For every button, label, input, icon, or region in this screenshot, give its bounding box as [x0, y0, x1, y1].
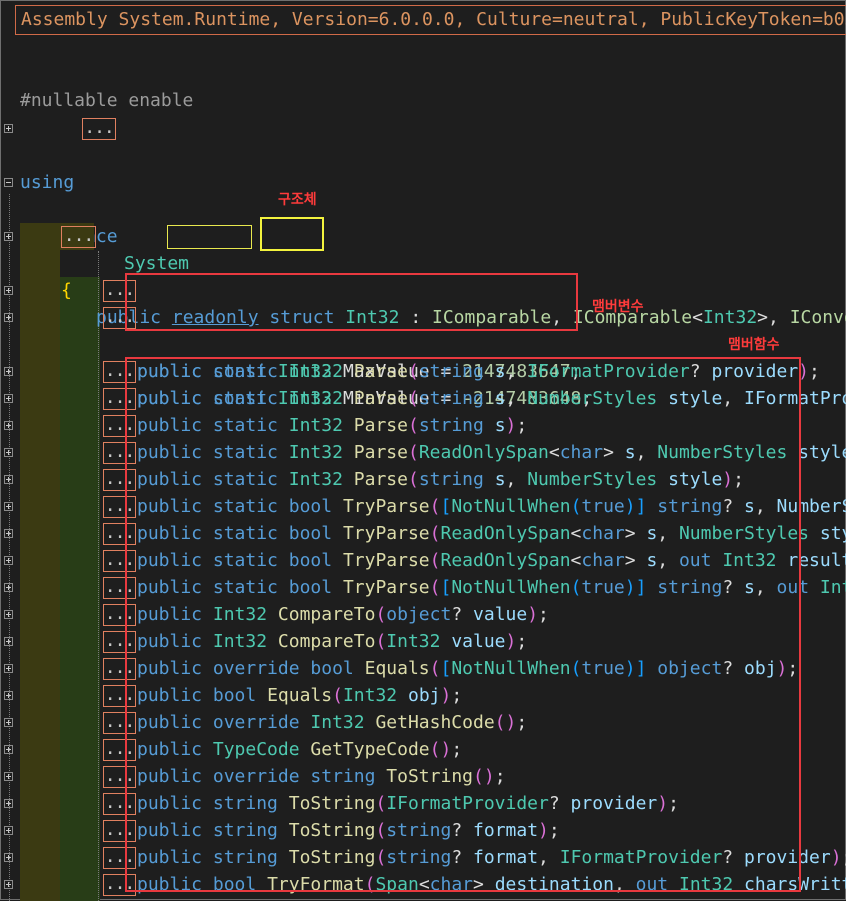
expand-icon[interactable] [4, 610, 13, 619]
expand-icon[interactable] [4, 232, 13, 241]
expand-icon[interactable] [4, 367, 13, 376]
expand-icon[interactable] [4, 691, 13, 700]
expand-icon[interactable] [4, 826, 13, 835]
expand-icon[interactable] [4, 421, 13, 430]
annotation-member-variable: 맴버변수 [592, 299, 644, 315]
code-line-open-brace: { [1, 196, 846, 247]
expand-icon[interactable] [4, 475, 13, 484]
code-line-using: using ... [1, 115, 846, 193]
expand-icon[interactable] [4, 772, 13, 781]
expand-icon[interactable] [4, 529, 13, 538]
expand-icon[interactable] [4, 637, 13, 646]
expand-icon[interactable] [4, 880, 13, 889]
expand-icon[interactable] [4, 448, 13, 457]
expand-icon[interactable] [4, 718, 13, 727]
code-line-struct: ... public readonly struct Int32 : IComp… [1, 223, 846, 328]
expand-icon[interactable] [4, 286, 13, 295]
collapse-icon[interactable] [4, 178, 13, 187]
member-variable-highlight [125, 273, 578, 331]
code-line-nullable: #nullable enable [1, 60, 846, 111]
struct-highlight [260, 217, 324, 251]
member-function-highlight [125, 357, 801, 892]
expand-icon[interactable] [4, 745, 13, 754]
assembly-header[interactable]: Assembly System.Runtime, Version=6.0.0.0… [15, 5, 846, 35]
annotation-member-function: 맴버함수 [728, 337, 780, 353]
expand-icon[interactable] [4, 124, 13, 133]
expand-icon[interactable] [4, 583, 13, 592]
expand-icon[interactable] [4, 556, 13, 565]
nullable-directive: #nullable enable [20, 90, 194, 111]
readonly-highlight [167, 225, 252, 249]
expand-icon[interactable] [4, 853, 13, 862]
collapsed-block[interactable]: ... [82, 118, 116, 140]
expand-icon[interactable] [4, 313, 13, 322]
expand-icon[interactable] [4, 799, 13, 808]
expand-icon[interactable] [4, 664, 13, 673]
expand-icon[interactable] [4, 394, 13, 403]
annotation-struct: 구조체 [278, 192, 317, 208]
expand-icon[interactable] [4, 502, 13, 511]
code-line-namespace: namespace System [1, 169, 846, 274]
collapsed-block[interactable]: ... [61, 226, 96, 248]
